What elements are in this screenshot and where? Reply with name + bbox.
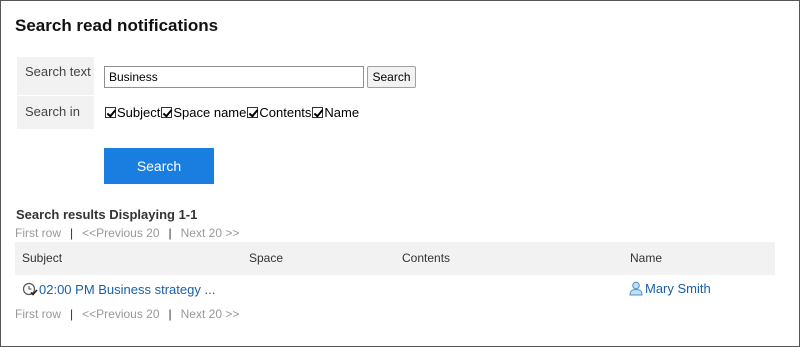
column-header-subject: Subject	[22, 251, 63, 265]
search-text-label: Search text	[17, 57, 94, 95]
column-header-name: Name	[630, 251, 663, 265]
column-header-space: Space	[249, 251, 284, 265]
pager-separator: |	[70, 226, 74, 240]
table-row: 02:00 PM Business strategy ... Mary Smit…	[15, 276, 775, 304]
checkbox-name[interactable]: Name	[311, 105, 359, 120]
checkbox-contents[interactable]: Contents	[246, 105, 311, 120]
search-button[interactable]: Search	[104, 148, 214, 184]
pager-next: Next 20 >>	[180, 307, 240, 321]
inline-search-button[interactable]: Search	[367, 66, 416, 88]
pager-separator: |	[70, 307, 74, 321]
search-text-input[interactable]	[104, 66, 364, 88]
user-name-text[interactable]: Mary Smith	[645, 281, 711, 296]
checkbox-space-name[interactable]: Space name	[160, 105, 246, 120]
pager-next: Next 20 >>	[180, 226, 240, 240]
search-in-label: Search in	[17, 96, 94, 129]
checkbox-label: Space name	[173, 105, 247, 120]
pager-previous: <<Previous 20	[82, 226, 160, 240]
user-icon	[629, 281, 643, 296]
checkbox-checked-icon[interactable]	[161, 107, 173, 118]
pager-first-row: First row	[15, 307, 61, 321]
checkbox-label: Name	[324, 105, 360, 120]
pager-top: First row | <<Previous 20 | Next 20 >>	[15, 226, 239, 240]
pager-bottom: First row | <<Previous 20 | Next 20 >>	[15, 307, 239, 321]
checkbox-label: Subject	[117, 105, 161, 120]
column-header-contents: Contents	[402, 251, 451, 265]
page-title: Search read notifications	[15, 16, 219, 35]
pager-previous: <<Previous 20	[82, 307, 160, 321]
subject-text[interactable]: 02:00 PM Business strategy ...	[39, 282, 215, 297]
user-name-link[interactable]: Mary Smith	[629, 281, 711, 296]
search-in-options: Subject Space name Contents Name	[104, 105, 359, 120]
clock-check-icon	[22, 282, 38, 296]
checkbox-subject[interactable]: Subject	[104, 105, 160, 120]
subject-link[interactable]: 02:00 PM Business strategy ...	[22, 281, 215, 297]
search-results-heading: Search results Displaying 1-1	[16, 207, 198, 222]
checkbox-checked-icon[interactable]	[247, 107, 259, 118]
checkbox-label: Contents	[259, 105, 312, 120]
pager-separator: |	[168, 307, 172, 321]
pager-separator: |	[168, 226, 172, 240]
pager-first-row: First row	[15, 226, 61, 240]
results-table-header: Subject Space Contents Name	[15, 242, 775, 275]
checkbox-checked-icon[interactable]	[105, 107, 116, 118]
page-frame: Search read notifications Search text Se…	[0, 0, 800, 347]
checkbox-checked-icon[interactable]	[312, 107, 324, 118]
